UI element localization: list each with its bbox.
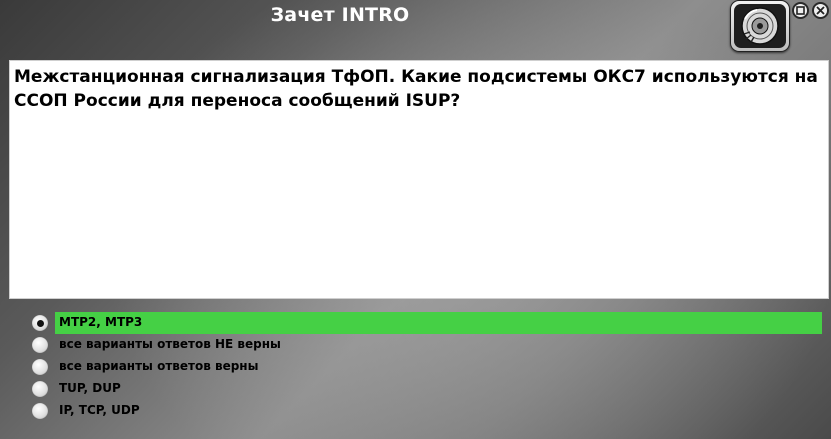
answer-option[interactable]: МТР2, МТР3 (30, 312, 822, 334)
radio-button[interactable] (32, 315, 48, 331)
radio-button[interactable] (32, 381, 48, 397)
close-button[interactable] (812, 2, 829, 19)
close-icon (816, 6, 825, 15)
question-text: Межстанционная сигнализация ТфОП. Какие … (9, 60, 829, 299)
answer-option[interactable]: все варианты ответов верны (30, 356, 822, 378)
disc-logo-icon (730, 0, 790, 52)
answer-options: МТР2, МТР3 все варианты ответов НЕ верны… (30, 312, 822, 422)
answer-option[interactable]: TUP, DUP (30, 378, 822, 400)
radio-button[interactable] (32, 403, 48, 419)
maximize-icon (796, 6, 805, 15)
answer-label: IP, TCP, UDP (59, 403, 140, 417)
answer-label: МТР2, МТР3 (55, 312, 822, 334)
answer-label: все варианты ответов верны (59, 359, 259, 373)
answer-label: TUP, DUP (59, 381, 121, 395)
radio-button[interactable] (32, 359, 48, 375)
window-title: Зачет INTRO (270, 4, 410, 26)
answer-label: все варианты ответов НЕ верны (59, 337, 281, 351)
answer-option[interactable]: IP, TCP, UDP (30, 400, 822, 422)
answer-option[interactable]: все варианты ответов НЕ верны (30, 334, 822, 356)
radio-button[interactable] (32, 337, 48, 353)
maximize-button[interactable] (792, 2, 809, 19)
